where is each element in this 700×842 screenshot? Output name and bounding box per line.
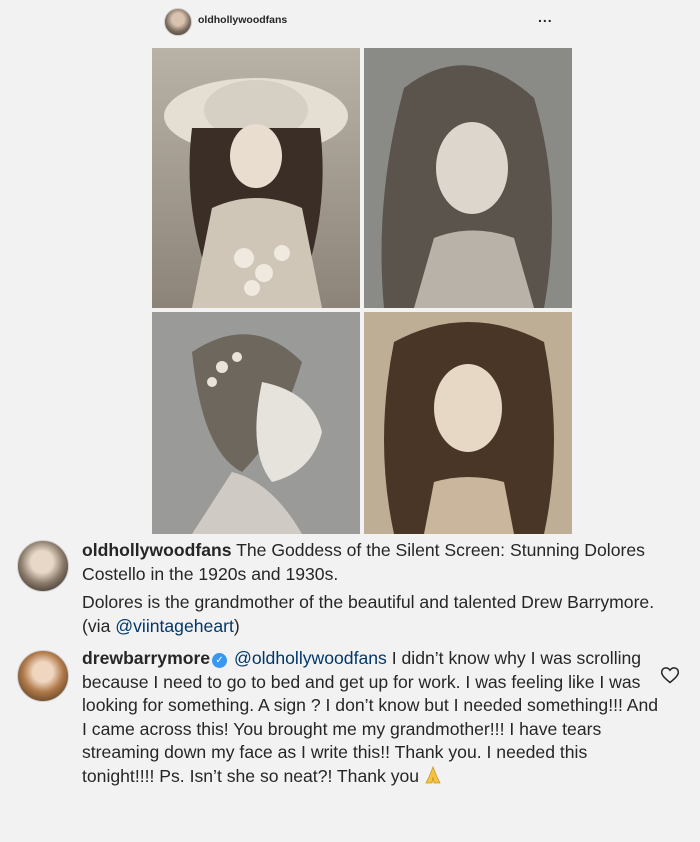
caption-mention[interactable]: @viintageheart (115, 616, 234, 636)
profile-avatar[interactable] (164, 8, 192, 36)
praying-hands-icon (423, 765, 443, 785)
photo-sepia-portrait (364, 312, 572, 534)
caption-text-2: Dolores is the grandmother of the beauti… (82, 591, 682, 638)
comment-username[interactable]: drewbarrymore (82, 648, 210, 668)
photo-grid (152, 48, 572, 534)
photo-hat-portrait (152, 48, 360, 308)
caption-text: oldhollywoodfans The Goddess of the Sile… (82, 539, 682, 586)
post-username[interactable]: oldhollywoodfans (198, 14, 287, 26)
photo-profile-portrait (152, 312, 360, 534)
comment-body: I didn’t know why I was scrolling becaus… (82, 648, 659, 786)
verified-badge-icon: ✓ (212, 653, 228, 668)
more-options-icon[interactable]: ... (538, 9, 553, 25)
caption-line2-end: ) (233, 615, 240, 636)
like-heart-icon[interactable] (660, 665, 680, 685)
post-header: oldhollywoodfans ... (0, 0, 700, 42)
photo-wavy-hair-portrait (364, 48, 572, 308)
comment-text: drewbarrymore ✓ @oldhollywoodfans I didn’… (82, 647, 662, 788)
comment-mention[interactable]: @oldhollywoodfans (234, 648, 387, 668)
caption-username[interactable]: oldhollywoodfans (82, 540, 232, 560)
caption-avatar[interactable] (17, 540, 69, 592)
commenter-avatar[interactable] (17, 650, 69, 702)
